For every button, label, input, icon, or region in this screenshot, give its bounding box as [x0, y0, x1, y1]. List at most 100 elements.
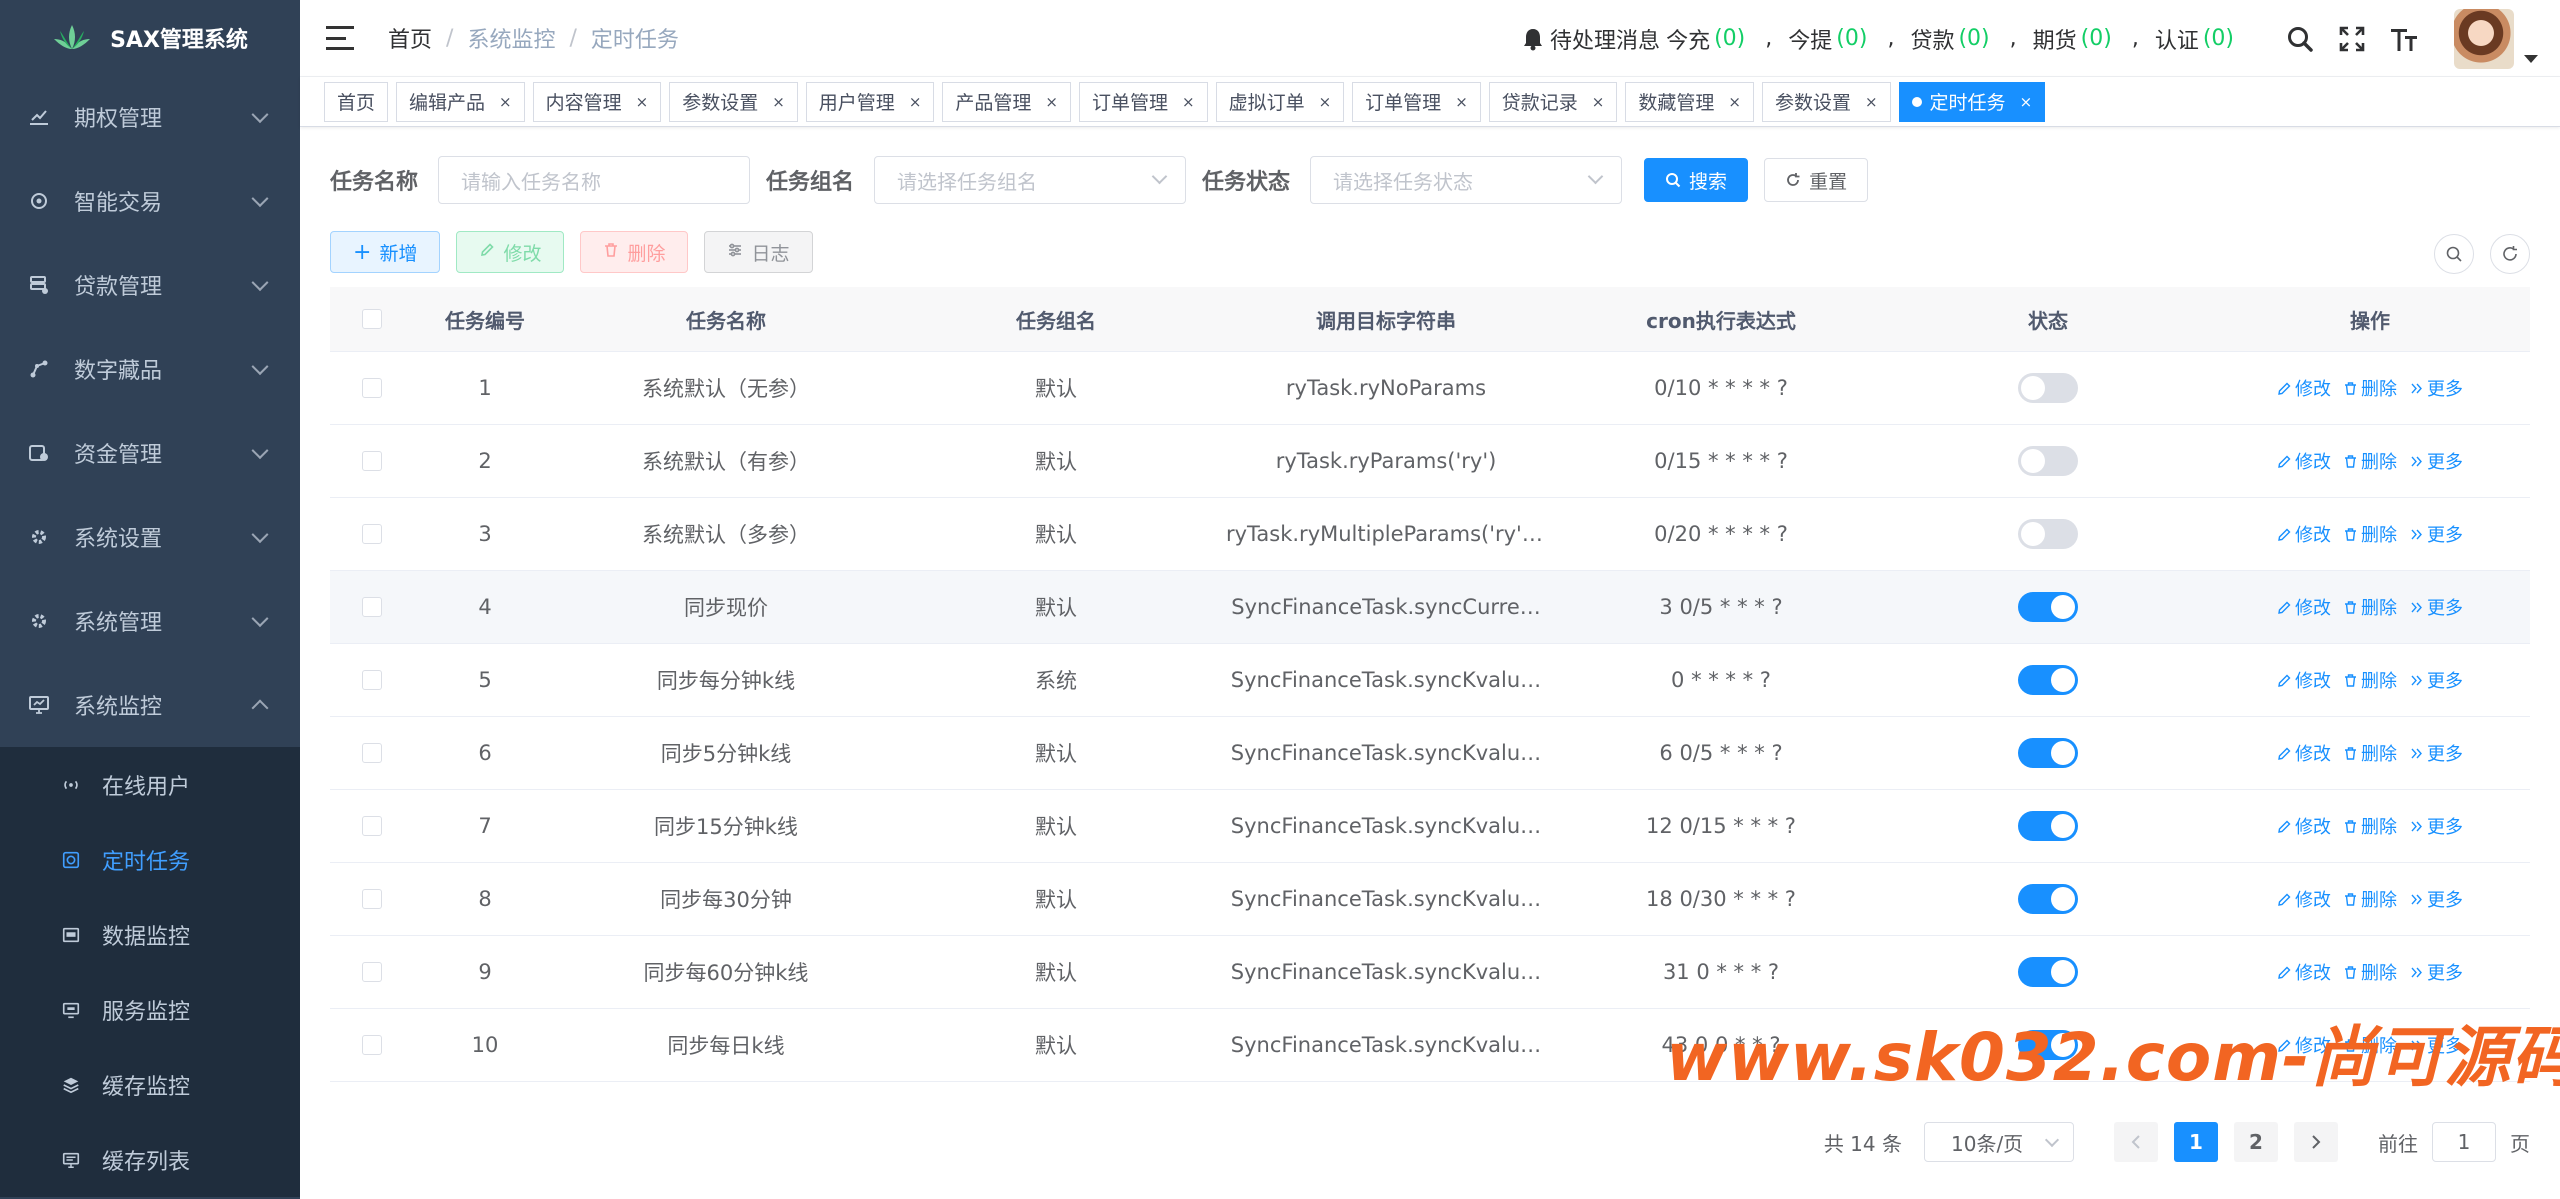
status-switch[interactable] — [2018, 373, 2078, 403]
submenu-item-2[interactable]: 数据监控 — [0, 897, 300, 972]
job-name-input[interactable]: 请输入任务名称 — [438, 156, 751, 204]
delete-link[interactable]: 删除 — [2343, 740, 2397, 766]
submenu-item-5[interactable]: 缓存列表 — [0, 1122, 300, 1197]
status-switch[interactable] — [2018, 738, 2078, 768]
edit-link[interactable]: 修改 — [2277, 594, 2331, 620]
close-icon[interactable]: × — [1045, 93, 1058, 111]
breadcrumb-item-home[interactable]: 首页 — [388, 22, 432, 54]
tag-0[interactable]: 首页 — [324, 81, 389, 122]
row-checkbox[interactable] — [362, 378, 382, 398]
more-link[interactable]: 更多 — [2409, 375, 2463, 401]
sidebar-item-7[interactable]: 系统监控 — [0, 663, 300, 747]
close-icon[interactable]: × — [1592, 93, 1605, 111]
sidebar-item-0[interactable]: 期权管理 — [0, 75, 300, 159]
row-checkbox[interactable] — [362, 743, 382, 763]
caret-down-icon[interactable] — [2524, 54, 2538, 63]
status-switch[interactable] — [2018, 592, 2078, 622]
pending-messages[interactable]: 待处理消息 今充 (0), 今提 (0), 贷款 (0), 期货 (0), 认证 (0) — [1522, 23, 2238, 55]
tag-1[interactable]: 编辑产品 × — [396, 81, 525, 122]
font-size-icon[interactable] — [2388, 23, 2420, 55]
row-checkbox[interactable] — [362, 1035, 382, 1055]
row-checkbox[interactable] — [362, 670, 382, 690]
sidebar-item-2[interactable]: 贷款管理 — [0, 243, 300, 327]
search-button[interactable]: 搜索 — [1644, 158, 1749, 202]
edit-link[interactable]: 修改 — [2277, 959, 2331, 985]
delete-link[interactable]: 删除 — [2343, 886, 2397, 912]
close-icon[interactable]: × — [499, 93, 512, 111]
delete-link[interactable]: 删除 — [2343, 813, 2397, 839]
status-switch[interactable] — [2018, 884, 2078, 914]
delete-link[interactable]: 删除 — [2343, 448, 2397, 474]
close-icon[interactable]: × — [772, 93, 785, 111]
log-button[interactable]: 日志 — [704, 231, 813, 273]
fullscreen-icon[interactable] — [2336, 23, 2368, 55]
tag-12[interactable]: 定时任务 × — [1898, 81, 2046, 122]
sidebar-header[interactable]: SAX管理系统 — [0, 0, 300, 75]
row-checkbox[interactable] — [362, 889, 382, 909]
edit-link[interactable]: 修改 — [2277, 813, 2331, 839]
more-link[interactable]: 更多 — [2409, 740, 2463, 766]
close-icon[interactable]: × — [1865, 93, 1878, 111]
submenu-item-4[interactable]: 缓存监控 — [0, 1047, 300, 1122]
next-page-button[interactable] — [2294, 1122, 2338, 1162]
tag-9[interactable]: 贷款记录 × — [1488, 81, 1618, 122]
reset-button[interactable]: 重置 — [1764, 158, 1869, 202]
row-checkbox[interactable] — [362, 451, 382, 471]
edit-link[interactable]: 修改 — [2277, 740, 2331, 766]
select-all-checkbox[interactable] — [362, 309, 382, 329]
more-link[interactable]: 更多 — [2409, 886, 2463, 912]
row-checkbox[interactable] — [362, 524, 382, 544]
close-icon[interactable]: × — [1182, 93, 1195, 111]
refresh-table-button[interactable] — [2490, 234, 2530, 274]
close-icon[interactable]: × — [1728, 93, 1741, 111]
goto-page-input[interactable]: 1 — [2432, 1122, 2496, 1162]
job-group-select[interactable]: 请选择任务组名 — [874, 156, 1187, 204]
tag-6[interactable]: 订单管理 × — [1078, 81, 1208, 122]
close-icon[interactable]: × — [2020, 93, 2033, 111]
row-checkbox[interactable] — [362, 597, 382, 617]
sidebar-item-5[interactable]: 系统设置 — [0, 495, 300, 579]
status-switch[interactable] — [2018, 446, 2078, 476]
delete-link[interactable]: 删除 — [2343, 594, 2397, 620]
page-size-select[interactable]: 10条/页 — [1924, 1122, 2074, 1162]
edit-button[interactable]: 修改 — [456, 231, 565, 273]
more-link[interactable]: 更多 — [2409, 448, 2463, 474]
page-button-1[interactable]: 1 — [2174, 1122, 2218, 1162]
delete-button[interactable]: 删除 — [580, 231, 689, 273]
tag-4[interactable]: 用户管理 × — [805, 81, 935, 122]
prev-page-button[interactable] — [2114, 1122, 2158, 1162]
delete-link[interactable]: 删除 — [2343, 521, 2397, 547]
job-status-select[interactable]: 请选择任务状态 — [1310, 156, 1623, 204]
delete-link[interactable]: 删除 — [2343, 959, 2397, 985]
more-link[interactable]: 更多 — [2409, 959, 2463, 985]
tag-7[interactable]: 虚拟订单 × — [1215, 81, 1345, 122]
close-icon[interactable]: × — [636, 93, 649, 111]
status-switch[interactable] — [2018, 519, 2078, 549]
edit-link[interactable]: 修改 — [2277, 667, 2331, 693]
tag-11[interactable]: 参数设置 × — [1761, 81, 1891, 122]
submenu-item-0[interactable]: 在线用户 — [0, 747, 300, 822]
delete-link[interactable]: 删除 — [2343, 375, 2397, 401]
status-switch[interactable] — [2018, 811, 2078, 841]
page-button-2[interactable]: 2 — [2234, 1122, 2278, 1162]
sidebar-item-4[interactable]: 资金管理 — [0, 411, 300, 495]
edit-link[interactable]: 修改 — [2277, 448, 2331, 474]
sidebar-item-3[interactable]: 数字藏品 — [0, 327, 300, 411]
sidebar-item-1[interactable]: 智能交易 — [0, 159, 300, 243]
tag-10[interactable]: 数藏管理 × — [1625, 81, 1754, 122]
edit-link[interactable]: 修改 — [2277, 886, 2331, 912]
add-button[interactable]: + 新增 — [330, 231, 441, 273]
delete-link[interactable]: 删除 — [2343, 667, 2397, 693]
submenu-item-1[interactable]: 定时任务 — [0, 822, 300, 897]
tag-3[interactable]: 参数设置 × — [669, 81, 798, 122]
close-icon[interactable]: × — [1455, 93, 1468, 111]
more-link[interactable]: 更多 — [2409, 667, 2463, 693]
tag-8[interactable]: 订单管理 × — [1352, 81, 1481, 122]
sidebar-item-6[interactable]: 系统管理 — [0, 579, 300, 663]
row-checkbox[interactable] — [362, 962, 382, 982]
edit-link[interactable]: 修改 — [2277, 375, 2331, 401]
more-link[interactable]: 更多 — [2409, 521, 2463, 547]
close-icon[interactable]: × — [909, 93, 922, 111]
search-icon[interactable] — [2284, 23, 2316, 55]
close-icon[interactable]: × — [1319, 93, 1332, 111]
